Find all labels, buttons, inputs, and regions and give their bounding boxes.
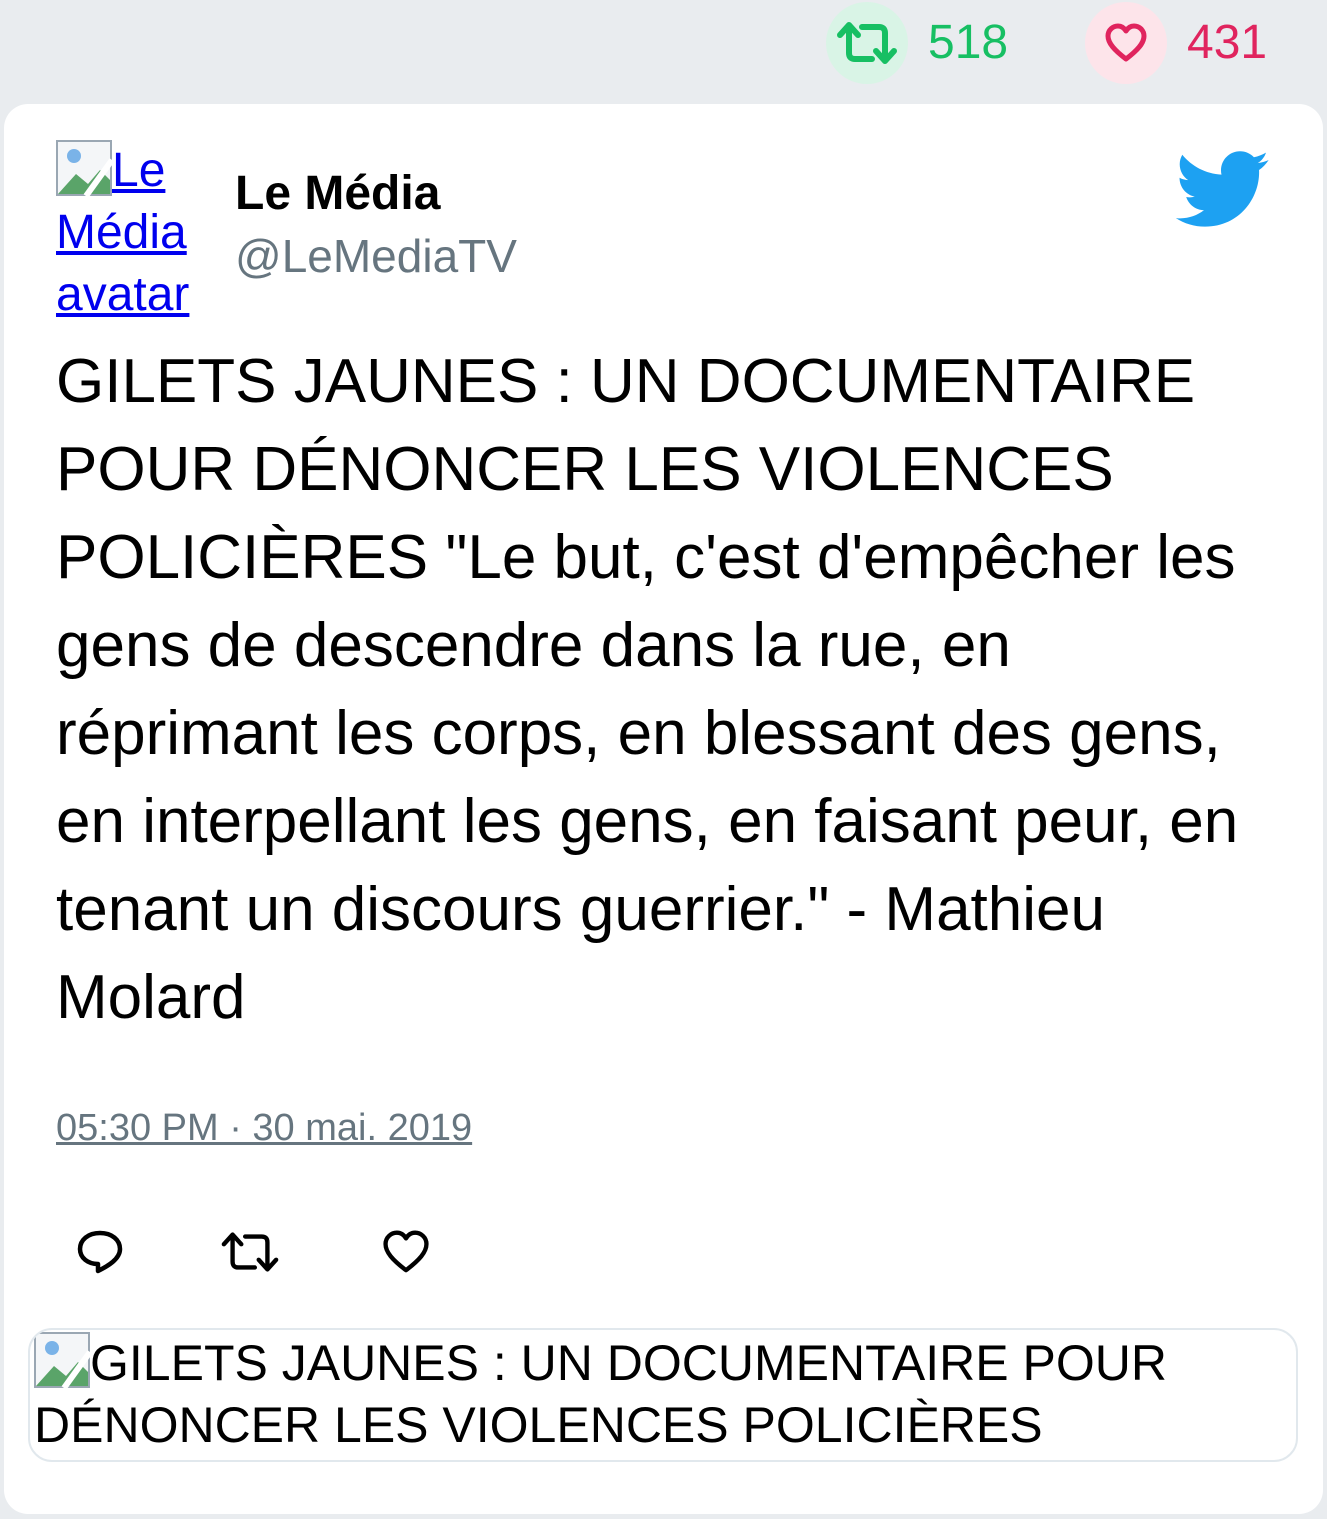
like-count: 431 <box>1187 16 1268 69</box>
author-name[interactable]: Le Média <box>235 166 440 222</box>
heart-icon[interactable] <box>1085 2 1167 84</box>
tweet-actions <box>64 1222 564 1282</box>
retweet-stat[interactable]: 518 <box>826 2 1008 84</box>
author-handle[interactable]: @LeMediaTV <box>235 228 517 284</box>
heart-icon[interactable] <box>376 1222 436 1282</box>
broken-image-icon <box>34 1332 93 1390</box>
engagement-stats: 518 431 <box>0 0 1327 88</box>
twitter-bird-icon[interactable] <box>1172 148 1270 228</box>
reply-icon[interactable] <box>70 1222 130 1282</box>
retweet-count: 518 <box>928 16 1009 69</box>
tweet-card: Le Média avatar Le Média @LeMediaTV GILE… <box>4 104 1323 1514</box>
retweet-icon[interactable] <box>826 2 908 84</box>
avatar[interactable]: Le Média avatar <box>56 140 216 321</box>
media-card[interactable]: GILETS JAUNES : UN DOCUMENTAIRE POUR DÉN… <box>28 1328 1298 1462</box>
broken-image-icon <box>56 140 115 198</box>
like-stat[interactable]: 431 <box>1085 2 1267 84</box>
tweet-timestamp[interactable]: 05:30 PM · 30 mai. 2019 <box>56 1104 472 1152</box>
retweet-icon[interactable] <box>220 1222 280 1282</box>
media-alt-text: GILETS JAUNES : UN DOCUMENTAIRE POUR DÉN… <box>34 1335 1167 1453</box>
tweet-text: GILETS JAUNES : UN DOCUMENTAIRE POUR DÉN… <box>56 347 1239 1032</box>
